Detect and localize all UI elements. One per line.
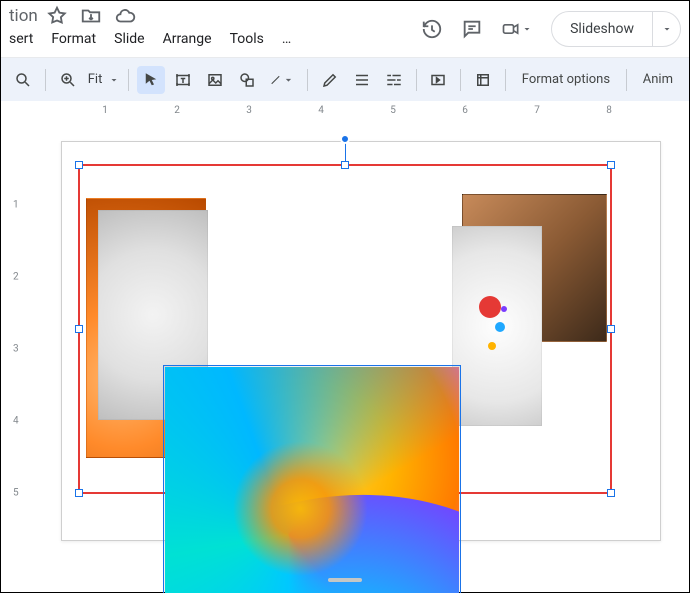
transition-tool[interactable]	[424, 66, 452, 94]
resize-handle-ml[interactable]	[75, 325, 83, 333]
cloud-status-icon[interactable]	[114, 5, 136, 27]
format-options-button[interactable]: Format options	[514, 72, 618, 87]
slideshow-button-group: Slideshow	[551, 11, 681, 47]
slide-image-colorful-swirl[interactable]	[164, 366, 460, 593]
app-bar: tion sert Format Slide Arrange	[1, 1, 689, 57]
resize-handle-tr[interactable]	[607, 161, 615, 169]
menu-format[interactable]: Format	[51, 31, 96, 47]
ruler-v-tick: 1	[13, 200, 19, 211]
ruler-h-tick: 1	[102, 105, 108, 116]
resize-handle-mr[interactable]	[607, 325, 615, 333]
ruler-vertical[interactable]: 1 2 3 4 5	[11, 133, 29, 572]
menu-tools[interactable]: Tools	[230, 31, 264, 47]
slide[interactable]	[61, 141, 661, 541]
title-area: tion sert Format Slide Arrange	[9, 5, 291, 47]
align-tool[interactable]	[348, 66, 376, 94]
canvas-area: 1 2 3 4 5 6 7 8 1 2 3 4 5	[1, 101, 689, 592]
ruler-h-tick: 5	[390, 105, 396, 116]
zoom-label: Fit	[84, 72, 107, 87]
slideshow-button[interactable]: Slideshow	[552, 12, 652, 46]
title-row: tion	[9, 5, 291, 27]
ruler-horizontal[interactable]: 1 2 3 4 5 6 7 8	[33, 105, 679, 123]
ruler-h-tick: 8	[606, 105, 612, 116]
video-call-button[interactable]	[501, 18, 533, 40]
ruler-h-tick: 6	[462, 105, 468, 116]
ruler-v-tick: 4	[13, 416, 19, 427]
resize-handle-br[interactable]	[607, 489, 615, 497]
resize-handle-bl[interactable]	[75, 489, 83, 497]
slide-image-paint-splash[interactable]	[452, 226, 542, 426]
menu-arrange[interactable]: Arrange	[163, 31, 212, 47]
search-menus-button[interactable]	[9, 66, 37, 94]
doc-title[interactable]: tion	[9, 6, 38, 26]
google-slides-app: tion sert Format Slide Arrange	[0, 0, 690, 593]
image-tool[interactable]	[201, 66, 229, 94]
version-history-icon[interactable]	[421, 18, 443, 40]
rotation-line	[345, 140, 346, 162]
move-to-drive-icon[interactable]	[80, 5, 102, 27]
ruler-v-tick: 3	[13, 344, 19, 355]
comments-icon[interactable]	[461, 18, 483, 40]
pen-tool[interactable]	[316, 66, 344, 94]
ruler-h-tick: 4	[318, 105, 324, 116]
resize-handle-tl[interactable]	[75, 161, 83, 169]
star-icon[interactable]	[46, 5, 68, 27]
ruler-h-tick: 3	[246, 105, 252, 116]
zoom-icon	[54, 66, 82, 94]
resize-handle-mt[interactable]	[341, 161, 349, 169]
menu-insert[interactable]: sert	[9, 31, 33, 47]
ruler-h-tick: 7	[534, 105, 540, 116]
ruler-v-tick: 5	[13, 488, 19, 499]
zoom-control[interactable]: Fit	[54, 66, 121, 94]
ruler-v-tick: 2	[13, 272, 19, 283]
mask-image-tool[interactable]	[469, 66, 497, 94]
line-tool[interactable]	[265, 66, 299, 94]
menu-slide[interactable]: Slide	[114, 31, 144, 47]
menu-bar: sert Format Slide Arrange Tools …	[9, 29, 291, 47]
menu-overflow[interactable]: …	[282, 31, 291, 47]
distribute-tool[interactable]	[380, 66, 408, 94]
shape-tool[interactable]	[233, 66, 261, 94]
ruler-h-tick: 2	[174, 105, 180, 116]
appbar-right: Slideshow	[421, 5, 681, 47]
textbox-tool[interactable]	[169, 66, 197, 94]
select-tool[interactable]	[137, 66, 165, 94]
slideshow-dropdown[interactable]	[652, 12, 680, 46]
toolbar: Fit	[1, 57, 689, 101]
animate-button[interactable]: Anim	[635, 72, 681, 87]
rotation-handle[interactable]	[340, 134, 350, 144]
speaker-notes-handle[interactable]	[328, 578, 362, 582]
